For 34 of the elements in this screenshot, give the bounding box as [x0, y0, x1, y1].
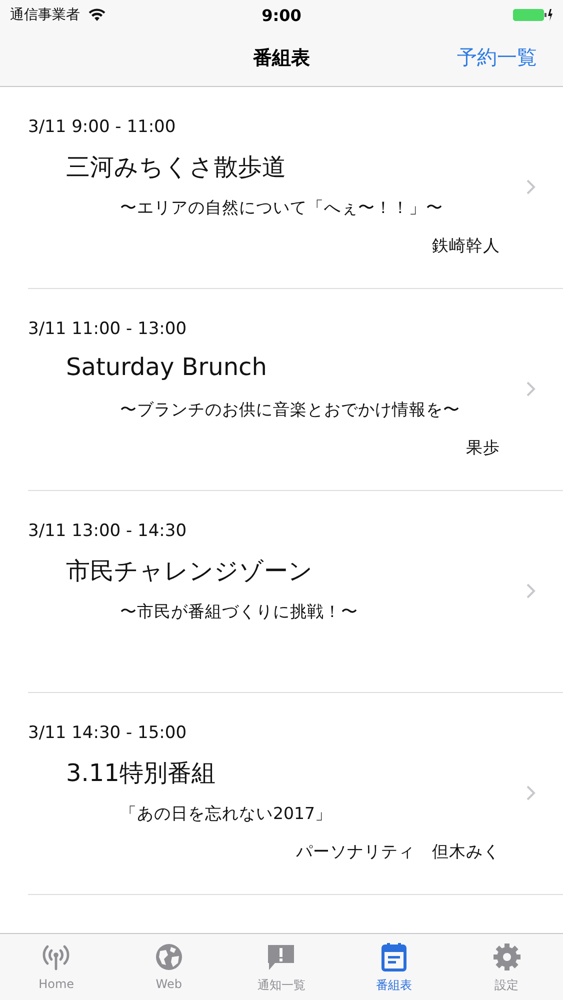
- battery-icon: [513, 8, 553, 22]
- program-title[interactable]: 3.11特別番組: [66, 757, 216, 789]
- nav-title: 番組表: [253, 46, 310, 71]
- wifi-icon: [88, 8, 106, 22]
- program-personality: パーソナリティ 但木みく: [296, 841, 500, 863]
- program-subtitle: 〜ブランチのお供に音楽とおでかけ情報を〜: [120, 399, 460, 421]
- tab-bar-item[interactable]: 設定: [450, 934, 563, 1000]
- program-time: 3/11 11:00 - 13:00: [28, 319, 187, 339]
- program-time: 3/11 13:00 - 14:30: [28, 521, 187, 541]
- program-title[interactable]: 三河みちくさ散歩道: [66, 151, 286, 183]
- tab-bar-item[interactable]: 番組表: [338, 934, 450, 1000]
- globe-icon: [154, 942, 184, 972]
- chevron-icon[interactable]: [526, 583, 536, 599]
- carrier-name: 通信事業者: [10, 6, 80, 24]
- alert-icon: [266, 942, 296, 972]
- tab-bar-item[interactable]: 通知一覧: [225, 934, 338, 1000]
- program-time: 3/11 14:30 - 15:00: [28, 723, 187, 743]
- program-title[interactable]: 市民チャレンジゾーン: [66, 555, 313, 587]
- chevron-icon[interactable]: [526, 381, 536, 397]
- status-time: 9:00: [262, 6, 302, 24]
- tab-bar-item[interactable]: Web: [112, 934, 226, 1000]
- program-personality: 鉄崎幹人: [432, 235, 500, 257]
- program-time: 3/11 9:00 - 11:00: [28, 117, 176, 137]
- program-subtitle: 〜市民が番組づくりに挑戦！〜: [120, 601, 358, 623]
- chevron-icon[interactable]: [526, 785, 536, 801]
- tab-bar-item[interactable]: Home: [0, 934, 113, 1000]
- program-personality: 果歩: [466, 437, 500, 459]
- gear-icon: [492, 942, 522, 972]
- program-subtitle: 〜エリアの自然について「へぇ〜！！」〜: [120, 197, 443, 219]
- program-title[interactable]: Saturday Brunch: [66, 353, 267, 381]
- program-subtitle: 「あの日を忘れない2017」: [120, 803, 332, 825]
- reservation-list-button[interactable]: 予約一覧: [457, 44, 537, 71]
- calendar-icon: [379, 942, 410, 972]
- chevron-icon[interactable]: [526, 179, 536, 195]
